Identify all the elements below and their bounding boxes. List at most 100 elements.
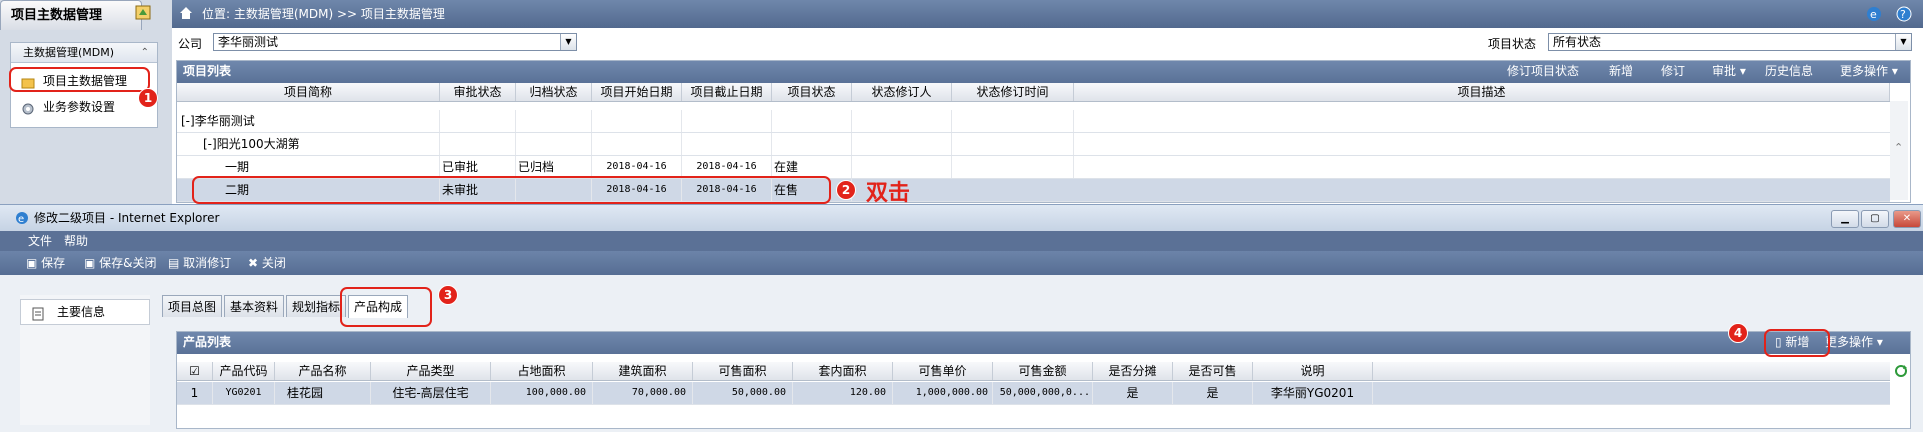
cell-name: 一期 [177,156,440,178]
product-grid-header: ☑ 产品代码 产品名称 产品类型 占地面积 建筑面积 可售面积 套内面积 可售单… [177,362,1890,381]
document-icon [31,305,45,329]
annotation-box-4 [1764,329,1830,357]
col-header[interactable]: 可售面积 [693,362,793,380]
ie-icon[interactable]: e [1865,5,1883,26]
cell-status [772,110,852,132]
tab-project-overview[interactable]: 项目总图 [162,295,223,317]
scrollbar[interactable]: ⌃ [1890,101,1908,200]
annotation-box-1 [9,67,150,92]
status-select[interactable]: 所有状态 ▼ [1548,33,1912,51]
table-row[interactable]: 1 YG0201 桂花园 住宅-高层住宅 100,000.00 70,000.0… [177,382,1890,405]
menu-help[interactable]: 帮助 [64,231,88,251]
tab-basic-info[interactable]: 基本资料 [224,295,285,317]
ie-window-icon: e [14,210,30,229]
nav-group-title: 主数据管理(MDM) [23,46,115,59]
col-header[interactable]: 是否可售 [1173,362,1253,380]
col-header[interactable]: 状态修订时间 [952,83,1074,101]
nav-group-header[interactable]: 主数据管理(MDM) ⌃ [11,43,157,63]
annotation-badge-3: 3 [438,285,458,305]
col-header[interactable]: 是否分摊 [1093,362,1173,380]
nav-item-business-params[interactable]: 业务参数设置 [11,95,157,119]
annotation-box-3 [340,287,432,327]
company-select[interactable]: 李华丽测试 ▼ [213,33,577,51]
col-header[interactable]: 项目状态 [772,83,852,101]
revise-status-button[interactable]: 修订项目状态 [1507,61,1579,81]
tab-planning-index[interactable]: 规划指标 [286,295,347,317]
refresh-icon[interactable] [134,3,154,23]
cancel-revise-button[interactable]: ▤ 取消修订 [168,251,231,275]
col-header[interactable]: 产品名称 [275,362,371,380]
cell-end: 2018-04-16 [682,156,772,178]
col-header[interactable]: 说明 [1253,362,1373,380]
col-header[interactable]: 可售金额 [993,362,1093,380]
product-list-title: 产品列表 [183,335,232,349]
status-select-value: 所有状态 [1553,35,1602,49]
cell-index: 1 [177,382,213,404]
settings-icon [21,100,35,115]
cell-revise-time [952,110,1074,132]
side-item-main-info[interactable]: 主要信息 [20,299,150,325]
company-label: 公司 [178,37,203,51]
col-header[interactable]: 建筑面积 [593,362,693,380]
cell-revise-time [952,133,1074,155]
cell-archive [516,133,592,155]
more-actions-button[interactable]: 更多操作 ▾ [1840,61,1898,81]
col-header[interactable]: 产品类型 [371,362,491,380]
col-header[interactable]: 可售单价 [893,362,993,380]
table-row[interactable]: [-]李华丽测试 [177,110,1890,133]
home-icon[interactable] [178,5,194,24]
save-close-button[interactable]: ▣ 保存&关闭 [84,251,157,275]
col-header[interactable]: 项目描述 [1074,83,1890,101]
col-header[interactable]: 归档状态 [516,83,592,101]
close-window-button[interactable]: ✕ [1893,210,1921,228]
product-list-header: 产品列表 ▯ 新增 更多操作 ▾ [177,332,1910,354]
cell-approval [440,110,516,132]
add-project-button[interactable]: 新增 [1609,61,1633,81]
company-select-value: 李华丽测试 [218,35,279,49]
cell-unit-price: 1,000,000.00 [893,382,993,404]
cell-status [772,133,852,155]
save-label: 保存 [41,256,66,270]
close-button[interactable]: ✖ 关闭 [248,251,286,275]
col-header[interactable]: 占地面积 [491,362,593,380]
maximize-button[interactable]: ▢ [1861,210,1889,228]
table-row[interactable]: [-]阳光100大湖第 [177,133,1890,156]
ie-menubar: 文件 帮助 [0,231,1923,251]
cell-status: 在建 [772,156,852,178]
cell-approval: 已审批 [440,156,516,178]
collapse-chevron-icon[interactable]: ⌃ [141,43,149,63]
dropdown-arrow-icon[interactable]: ▼ [560,34,576,50]
revise-button[interactable]: 修订 [1661,61,1685,81]
select-all-checkbox[interactable]: ☑ [177,362,213,380]
scroll-up-icon[interactable]: ⌃ [1894,141,1903,154]
col-header[interactable]: 产品代码 [213,362,275,380]
col-header[interactable]: 项目开始日期 [592,83,682,101]
col-header[interactable]: 项目简称 [177,83,440,101]
cell-note: 李华丽YG0201 [1253,382,1373,404]
col-header[interactable]: 套内面积 [793,362,893,380]
double-click-annotation: 双击 [866,181,911,206]
col-header[interactable]: 审批状态 [440,83,516,101]
cell-end [682,110,772,132]
refresh-icon[interactable] [1894,364,1908,381]
minimize-button[interactable]: ▁ [1831,210,1859,228]
ie-window-title: 修改二级项目 - Internet Explorer [34,211,220,225]
close-label: 关闭 [261,256,286,270]
product-more-actions-button[interactable]: 更多操作 ▾ [1825,332,1883,352]
menu-file[interactable]: 文件 [28,231,52,251]
approve-button[interactable]: 审批 ▾ [1712,61,1746,81]
cell-name: [-]阳光100大湖第 [177,133,440,155]
cell-archive: 已归档 [516,156,592,178]
cancel-revise-label: 取消修订 [183,256,232,270]
dropdown-arrow-icon[interactable]: ▼ [1895,34,1911,50]
col-header[interactable]: 状态修订人 [852,83,952,101]
history-button[interactable]: 历史信息 [1765,61,1813,81]
help-icon[interactable]: ? [1895,5,1913,26]
annotation-badge-1: 1 [138,88,158,108]
project-list-header: 项目列表 修订项目状态 新增 修订 审批 ▾ 历史信息 更多操作 ▾ [177,61,1910,83]
save-button[interactable]: ▣ 保存 [26,251,65,275]
close-icon: ✖ [248,256,262,270]
col-header[interactable]: 项目截止日期 [682,83,772,101]
annotation-badge-4: 4 [1728,323,1748,343]
cell-build-area: 70,000.00 [593,382,693,404]
